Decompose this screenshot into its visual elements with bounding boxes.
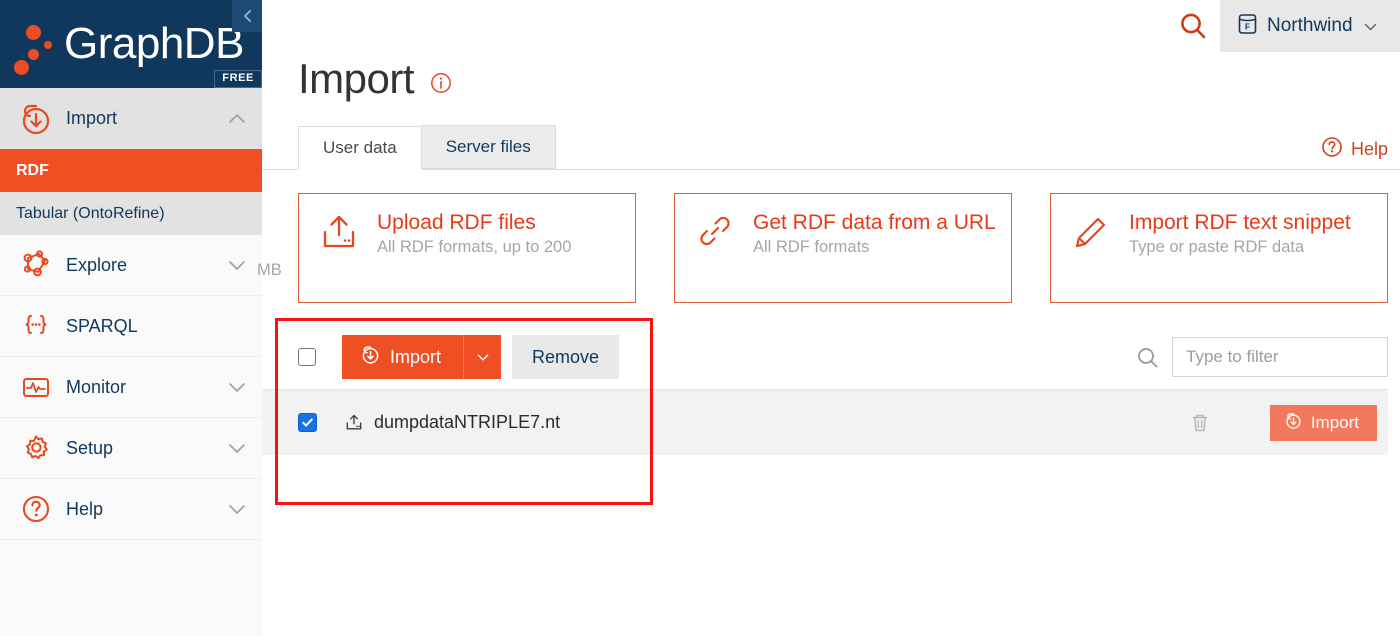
svg-text:F: F bbox=[1245, 21, 1250, 31]
question-circle-icon bbox=[1321, 136, 1343, 163]
sidebar-item-help[interactable]: Help bbox=[0, 479, 262, 540]
chevron-left-icon bbox=[243, 10, 251, 22]
question-circle-icon bbox=[16, 492, 56, 526]
sidebar-subitem-label: RDF bbox=[16, 161, 49, 179]
chevron-down-icon bbox=[226, 254, 248, 276]
main-content: F Northwind Import User data Server file… bbox=[257, 0, 1400, 636]
sidebar-item-sparql[interactable]: SPARQL bbox=[0, 296, 262, 357]
import-dropdown-button[interactable] bbox=[463, 335, 502, 380]
card-subtitle-overflow: MB bbox=[257, 261, 282, 280]
page-header: Import bbox=[262, 55, 1400, 102]
delete-file-button[interactable] bbox=[1187, 410, 1213, 436]
row-checkbox[interactable] bbox=[298, 413, 317, 433]
row-import-button[interactable]: Import bbox=[1269, 404, 1377, 441]
card-title: Get RDF data from a URL bbox=[753, 211, 996, 235]
card-subtitle: Type or paste RDF data bbox=[1129, 238, 1305, 257]
card-subtitle: All RDF formats bbox=[753, 238, 870, 257]
help-label: Help bbox=[1350, 139, 1388, 160]
chevron-down-icon bbox=[226, 437, 248, 459]
remove-button-label: Remove bbox=[532, 346, 600, 367]
sidebar-item-explore[interactable]: Explore bbox=[0, 235, 262, 296]
help-link[interactable]: Help bbox=[1321, 136, 1388, 163]
brand-header: GraphDB FREE bbox=[0, 0, 262, 88]
upload-file-icon bbox=[344, 413, 364, 433]
filter-area bbox=[1135, 337, 1388, 378]
search-icon bbox=[1181, 13, 1206, 39]
row-import-label: Import bbox=[1310, 412, 1359, 432]
tab-user-data[interactable]: User data bbox=[298, 126, 422, 171]
upload-server-icon bbox=[317, 211, 361, 260]
sidebar-item-tabular-ontorefine[interactable]: Tabular (OntoRefine) bbox=[0, 192, 262, 235]
card-subtitle: All RDF formats, up to 200 bbox=[377, 238, 572, 257]
sidebar-item-label: Setup bbox=[66, 437, 114, 458]
global-search-button[interactable] bbox=[1166, 0, 1220, 52]
remove-button[interactable]: Remove bbox=[512, 335, 620, 380]
sidebar-item-import[interactable]: Import bbox=[0, 88, 262, 149]
tab-server-files[interactable]: Server files bbox=[421, 125, 556, 170]
top-bar: F Northwind bbox=[262, 0, 1400, 52]
import-button[interactable]: Import bbox=[342, 335, 464, 380]
import-download-icon bbox=[16, 102, 56, 136]
sparql-braces-icon bbox=[16, 309, 56, 343]
trash-icon bbox=[1192, 414, 1208, 431]
import-download-icon bbox=[360, 344, 381, 370]
sidebar: GraphDB FREE Import RDF Tabular (OntoRef… bbox=[0, 0, 262, 636]
monitor-pulse-icon bbox=[16, 370, 56, 404]
sidebar-item-rdf[interactable]: RDF bbox=[0, 149, 262, 192]
page-title: Import bbox=[298, 55, 415, 102]
sidebar-item-label: Help bbox=[66, 498, 104, 519]
filter-input[interactable] bbox=[1172, 337, 1388, 378]
sidebar-subitem-label: Tabular (OntoRefine) bbox=[16, 204, 165, 222]
tabs-bar: User data Server files Help bbox=[262, 125, 1400, 171]
info-circle-icon[interactable] bbox=[430, 72, 452, 94]
import-option-cards: Upload RDF files All RDF formats, up to … bbox=[257, 170, 1400, 304]
card-get-rdf-from-url[interactable]: Get RDF data from a URL All RDF formats bbox=[674, 193, 1012, 304]
chevron-down-icon bbox=[226, 376, 248, 398]
chevron-down-icon bbox=[226, 498, 248, 520]
import-button-label: Import bbox=[390, 346, 442, 367]
sidebar-item-setup[interactable]: Setup bbox=[0, 418, 262, 479]
brand-name: GraphDB bbox=[64, 19, 244, 68]
files-toolbar: Import Remove bbox=[262, 329, 1400, 385]
sidebar-item-label: Import bbox=[66, 108, 118, 128]
tab-label: Server files bbox=[445, 137, 531, 157]
files-table: dumpdataNTRIPLE7.nt Import bbox=[262, 389, 1400, 456]
edition-badge: FREE bbox=[214, 70, 262, 88]
graphdb-logo-icon bbox=[14, 19, 66, 75]
select-all-checkbox[interactable] bbox=[298, 348, 316, 367]
sidebar-item-label: Monitor bbox=[66, 376, 127, 397]
pencil-icon bbox=[1069, 211, 1113, 260]
table-row[interactable]: dumpdataNTRIPLE7.nt Import bbox=[262, 389, 1388, 456]
card-title: Upload RDF files bbox=[377, 211, 536, 235]
checkmark-icon bbox=[302, 418, 313, 427]
graphdb-app: GraphDB FREE Import RDF Tabular (OntoRef… bbox=[0, 0, 1400, 636]
chevron-down-icon bbox=[1362, 18, 1379, 35]
database-cylinder-f-icon: F bbox=[1237, 13, 1258, 40]
card-upload-rdf-files[interactable]: Upload RDF files All RDF formats, up to … bbox=[257, 193, 636, 304]
chevron-up-icon bbox=[226, 108, 248, 130]
sidebar-item-label: SPARQL bbox=[66, 315, 138, 336]
sidebar-item-label: Explore bbox=[66, 254, 128, 275]
gear-icon bbox=[16, 431, 56, 465]
file-name: dumpdataNTRIPLE7.nt bbox=[374, 412, 561, 433]
database-selector[interactable]: F Northwind bbox=[1220, 0, 1400, 52]
search-icon bbox=[1135, 345, 1160, 370]
sidebar-item-monitor[interactable]: Monitor bbox=[0, 357, 262, 418]
card-title: Import RDF text snippet bbox=[1129, 211, 1351, 235]
tab-label: User data bbox=[323, 138, 397, 158]
graph-nodes-icon bbox=[16, 248, 56, 282]
link-chain-icon bbox=[693, 211, 737, 260]
import-download-icon bbox=[1284, 411, 1303, 435]
database-name: Northwind bbox=[1267, 15, 1353, 36]
chevron-down-icon bbox=[477, 354, 488, 361]
sidebar-collapse-button[interactable] bbox=[232, 0, 262, 32]
card-import-rdf-text-snippet[interactable]: Import RDF text snippet Type or paste RD… bbox=[1050, 193, 1388, 304]
import-split-button: Import bbox=[342, 335, 502, 380]
